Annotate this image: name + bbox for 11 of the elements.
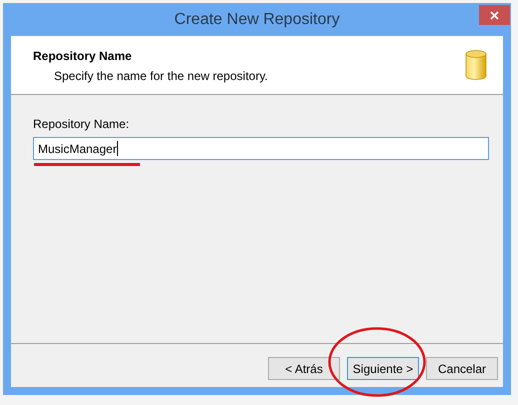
- header-title: Repository Name: [33, 48, 133, 65]
- window-title: Create New Repository: [174, 10, 340, 30]
- database-icon: [465, 50, 487, 80]
- repository-name-field[interactable]: MusicManager: [33, 137, 489, 160]
- wizard-button[interactable]: Siguiente >: [347, 357, 419, 380]
- field-label: Repository Name:: [33, 116, 130, 133]
- wizard-button[interactable]: Cancelar: [426, 357, 498, 380]
- close-icon: [490, 10, 499, 20]
- wizard-button[interactable]: < Atrás: [268, 357, 340, 380]
- header-subtitle: Specify the name for the new repository.: [53, 68, 269, 85]
- close-button[interactable]: [479, 5, 510, 25]
